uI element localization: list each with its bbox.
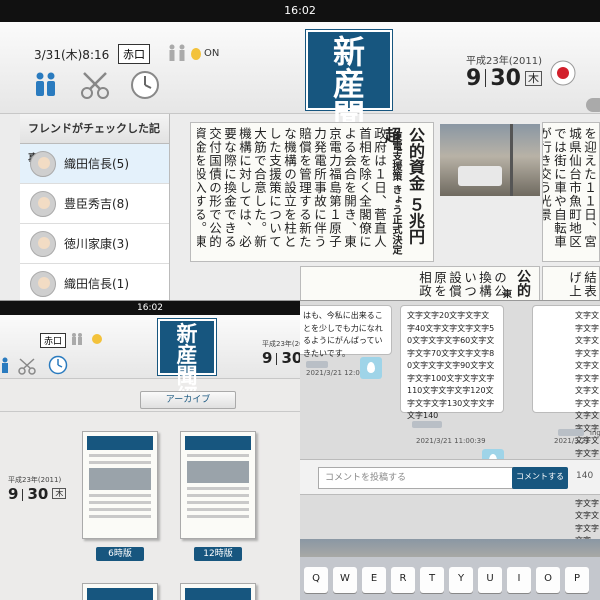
toggle-on-label[interactable]: ON (204, 48, 219, 59)
article-lower-right[interactable]: 結表げ上 (542, 266, 600, 300)
article-body: 政府は１日、菅直人首相を除く全閣僚による会合を開き、東京電力福島第１原子力発電所… (197, 127, 387, 249)
archive-button[interactable]: アーカイブ (140, 391, 236, 409)
era-date: 平成23年(2011) (8, 476, 62, 484)
era-date: 平成23年(2011) (262, 340, 300, 348)
edition-label-6[interactable]: 6時版 (96, 547, 144, 561)
edition-thumbnail[interactable] (82, 583, 158, 600)
current-datetime: 3/31(木)8:16 (34, 48, 110, 62)
scissors-icon[interactable] (18, 357, 36, 375)
key[interactable]: W (333, 567, 357, 593)
comment-input[interactable]: コメントを投稿する (318, 467, 514, 489)
sankei-logo: 新 産 聞 經 (306, 30, 392, 164)
key[interactable]: T (420, 567, 444, 593)
edition-thumbnail-12[interactable] (180, 431, 256, 539)
clock-icon[interactable] (130, 70, 160, 100)
key[interactable]: R (391, 567, 415, 593)
scissors-icon[interactable] (80, 70, 110, 100)
avatar (30, 150, 56, 177)
issue-date: 930 (262, 349, 300, 367)
key[interactable]: E (362, 567, 386, 593)
avatar (30, 230, 56, 257)
edition-thumbnail-6[interactable] (82, 431, 158, 539)
rokuyo-badge: 赤口 (40, 333, 67, 348)
archive-panel: 16:02 赤口 新 産 聞 經 平成23年(2011) (0, 300, 300, 600)
main-reader-panel: 16:02 3/31(木)8:16 赤口 ON 新 産 聞 平成23年(2011… (0, 0, 600, 300)
article-subhead: 東電支援策 きょう正式決定 (390, 131, 401, 255)
key[interactable]: U (478, 567, 502, 593)
friend-checked-sidebar: フレンドがチェックした記事 織田信長(5) 豊臣秀吉(8) 徳川家康(3) 織田… (20, 114, 170, 300)
hand-icon (92, 334, 102, 344)
comment-bubble: はも、今私に出来ることを少しでも力になれるようにがんばっていきたいです。 (300, 305, 392, 358)
status-bar-time: 16:02 (0, 301, 300, 315)
post-comment-button[interactable]: コメントする (512, 467, 568, 489)
people-icon[interactable] (70, 333, 84, 345)
sidebar-item-friend[interactable]: 徳川家康(3) (20, 224, 169, 264)
edition-label-12[interactable]: 12時版 (194, 547, 242, 561)
sankei-logo: 新 産 聞 經 (158, 319, 216, 407)
comment-timestamp: 2021/3/21 (554, 437, 590, 445)
char-count: 140 (576, 471, 594, 481)
user-avatar-egg-icon[interactable] (360, 357, 382, 379)
friends-icon[interactable] (32, 72, 58, 98)
people-icon[interactable] (166, 44, 188, 62)
settings-toggle[interactable] (586, 98, 600, 112)
sidebar-item-friend[interactable]: 織田信長(5) (20, 144, 169, 184)
key[interactable]: I (507, 567, 531, 593)
article-photo (440, 124, 540, 196)
comment-bubble: 文字文字20文字文字文字40文字文字文字文字50文字文字文字60文字文字文字70… (400, 305, 504, 420)
rokuyo-badge: 赤口 (118, 44, 150, 64)
issue-date: 9 30 木 (466, 66, 542, 91)
article-main[interactable]: 公的資金 ５兆円超 東電支援策 きょう正式決定 政府は１日、菅直人首相を除く全閣… (190, 122, 434, 262)
sidebar-item-friend[interactable]: 豊臣秀吉(8) (20, 184, 169, 224)
hand-icon (191, 48, 201, 60)
article-lower[interactable]: の公換構いつ設償原を相政 公的 東 (300, 266, 540, 300)
sidebar-header: フレンドがチェックした記事 (20, 114, 169, 165)
avatar (30, 190, 56, 217)
japan-flag-emblem-icon (550, 60, 576, 86)
comment-bubble: 文字文字文字文字文字文字文字文字文字文字文字文字文字文字文字文字文字文字文字文字… (532, 305, 600, 545)
onscreen-keyboard: Q W E R T Y U I O P (300, 557, 600, 600)
archive-toolbar: 赤口 新 産 聞 經 平成23年(2011) 930 (0, 315, 300, 407)
key[interactable]: Q (304, 567, 328, 593)
edition-thumbnail[interactable] (180, 583, 256, 600)
status-bar-time: 16:02 (0, 0, 600, 22)
friends-icon[interactable] (0, 357, 14, 375)
era-date: 平成23年(2011) (466, 56, 542, 67)
main-toolbar: 3/31(木)8:16 赤口 ON 新 産 聞 平成23年(2011) 9 30… (0, 22, 600, 164)
avatar (30, 270, 56, 297)
key[interactable]: Y (449, 567, 473, 593)
sidebar-item-friend[interactable]: 織田信長(1) (20, 264, 169, 300)
comments-panel: はも、今私に出来ることを少しでも力になれるようにがんばっていきたいです。 202… (300, 300, 600, 600)
comment-compose-bar: コメントを投稿する コメントする 140 (300, 459, 600, 495)
archive-issue-date: 9 30 木 (8, 485, 67, 503)
key[interactable]: P (565, 567, 589, 593)
key[interactable]: O (536, 567, 560, 593)
comment-timestamp: 2021/3/21 11:00:39 (416, 437, 486, 445)
clock-icon[interactable] (48, 355, 68, 375)
article-side[interactable]: を迎えた１１日、宮城県仙台市魚町地区では街に車や自転車が行き交う光景 (542, 122, 600, 262)
